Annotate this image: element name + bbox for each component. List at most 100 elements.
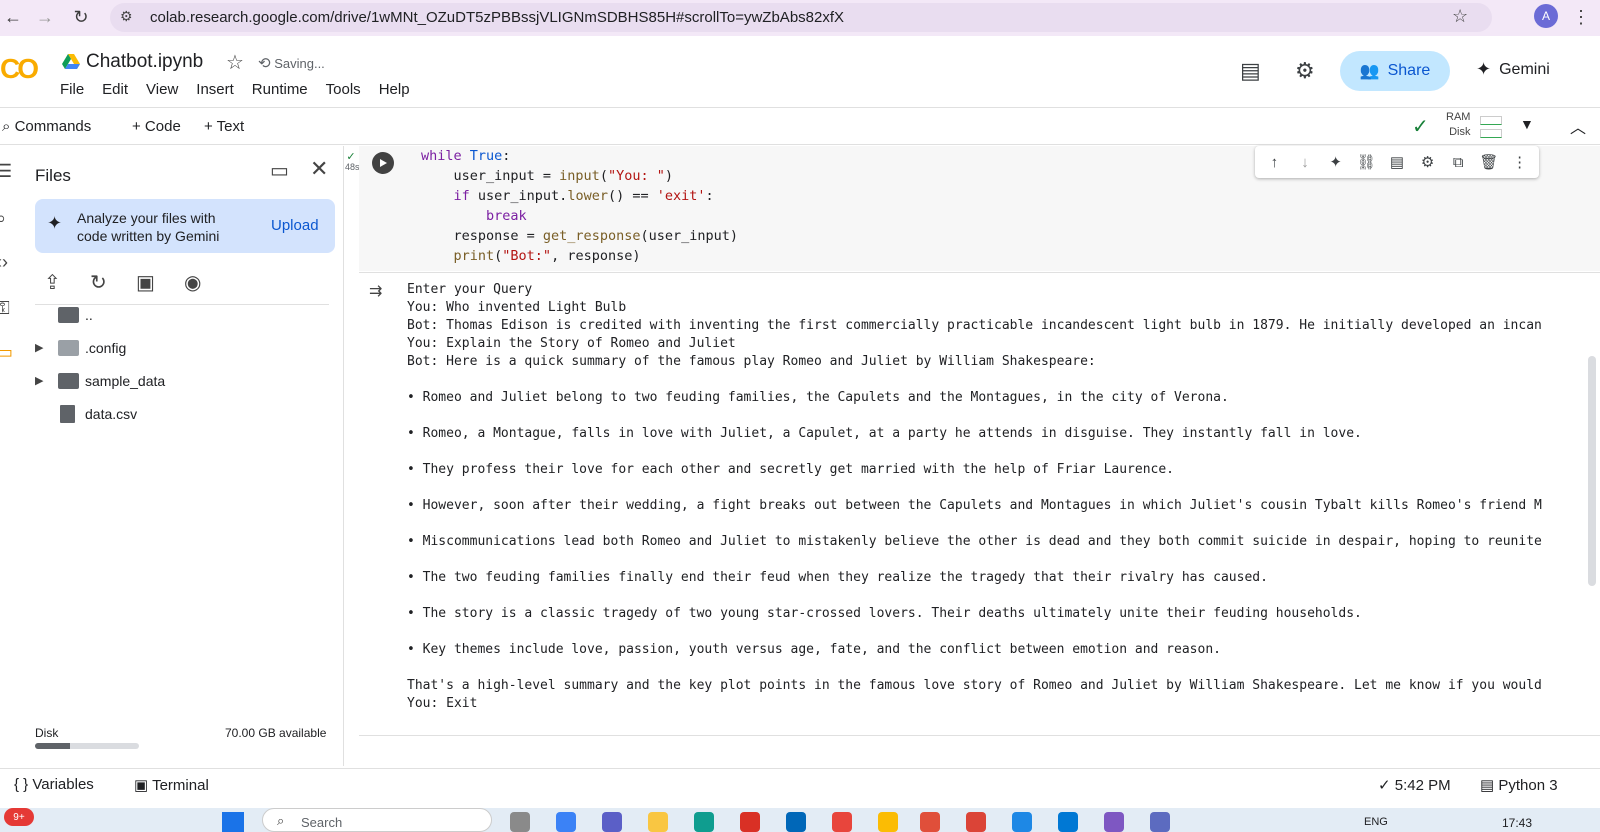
- menu-tools[interactable]: Tools: [326, 81, 361, 98]
- add-text-button[interactable]: + Text: [204, 118, 244, 135]
- menu-runtime[interactable]: Runtime: [252, 81, 308, 98]
- menu-help[interactable]: Help: [379, 81, 410, 98]
- vscode-app-icon[interactable]: [1058, 812, 1078, 832]
- reload-icon[interactable]: ↻: [68, 4, 94, 30]
- address-bar[interactable]: ⚙ colab.research.google.com/drive/1wMNt_…: [110, 3, 1492, 32]
- variables-button[interactable]: { } Variables: [14, 776, 94, 793]
- site-settings-icon[interactable]: ⚙: [120, 8, 133, 25]
- gmail-app-icon[interactable]: [740, 812, 760, 832]
- files-folder-icon[interactable]: ▭: [0, 342, 13, 363]
- app-icon[interactable]: [920, 812, 940, 832]
- vertical-scroll-thumb[interactable]: [1588, 356, 1596, 586]
- taskbar-search-input[interactable]: ⌕ Search: [262, 808, 492, 832]
- store-app-icon[interactable]: [786, 812, 806, 832]
- output-line: • The two feuding families finally end t…: [407, 570, 1268, 585]
- find-icon[interactable]: ⌕: [0, 208, 6, 229]
- edge-browser-icon[interactable]: [694, 812, 714, 832]
- search-placeholder: Search: [301, 815, 343, 830]
- file-explorer-icon[interactable]: [648, 812, 668, 832]
- colab-logo[interactable]: CO: [0, 53, 39, 85]
- star-icon[interactable]: ☆: [226, 50, 244, 75]
- refresh-icon[interactable]: ↻: [90, 270, 107, 295]
- menu-view[interactable]: View: [146, 81, 178, 98]
- back-arrow-icon[interactable]: ←: [0, 4, 26, 30]
- runtime-type[interactable]: ▤ Python 3: [1480, 776, 1558, 794]
- copilot-app-icon[interactable]: [556, 812, 576, 832]
- commands-button[interactable]: ⌕ Commands: [2, 118, 91, 135]
- upload-button[interactable]: Upload: [271, 217, 319, 234]
- secrets-key-icon[interactable]: ⚿: [0, 298, 10, 319]
- folder-icon: [58, 340, 79, 356]
- files-panel: Files ▭ ✕ ✦ Analyze your files with code…: [22, 146, 344, 766]
- vertical-scrollbar[interactable]: [1588, 356, 1596, 731]
- calendar-app-icon[interactable]: [1012, 812, 1032, 832]
- share-button[interactable]: 👥 Share: [1340, 51, 1450, 91]
- server-icon: ▤: [1480, 777, 1495, 794]
- menu-insert[interactable]: Insert: [196, 81, 234, 98]
- chrome-profile-icon[interactable]: [1150, 812, 1170, 832]
- app-icon[interactable]: [878, 812, 898, 832]
- bookmark-star-icon[interactable]: ☆: [1452, 6, 1468, 27]
- code-line: user_input = input("You: "): [421, 168, 674, 184]
- browser-menu-icon[interactable]: ⋮: [1568, 4, 1594, 30]
- notebook-title[interactable]: Chatbot.ipynb: [86, 51, 203, 73]
- code-line: if user_input.lower() == 'exit':: [453, 188, 714, 204]
- settings-gear-icon[interactable]: ⚙: [1295, 58, 1315, 84]
- forward-arrow-icon[interactable]: →: [32, 4, 58, 30]
- chevron-up-icon[interactable]: ︿: [1570, 114, 1586, 138]
- code-snippets-icon[interactable]: ‹›: [0, 252, 8, 273]
- output-line: You: Exit: [407, 696, 478, 711]
- comment-icon[interactable]: ▤: [1386, 153, 1408, 171]
- output-line: • Romeo and Juliet belong to two feuding…: [407, 390, 1229, 405]
- mount-drive-icon[interactable]: ▣: [136, 270, 155, 295]
- tree-item-data-csv[interactable]: data.csv: [22, 403, 322, 427]
- link-icon[interactable]: ⛓: [1355, 153, 1377, 171]
- gemini-card-text: Analyze your files with code written by …: [77, 210, 220, 244]
- connected-check-icon[interactable]: ✓: [1412, 114, 1429, 139]
- menu-edit[interactable]: Edit: [102, 81, 128, 98]
- windows-start-icon[interactable]: [222, 812, 244, 832]
- more-vert-icon[interactable]: ⋮: [1509, 153, 1531, 171]
- teams-app-icon[interactable]: [602, 812, 622, 832]
- tree-item-sample-data[interactable]: ▶ sample_data: [22, 370, 322, 394]
- comments-icon[interactable]: ▤: [1240, 58, 1261, 84]
- google-drive-icon[interactable]: [62, 54, 80, 70]
- mirror-cell-icon[interactable]: ⧉: [1447, 154, 1469, 171]
- add-code-button[interactable]: + Code: [132, 118, 181, 135]
- expand-caret-icon[interactable]: ▶: [35, 374, 43, 387]
- gemini-sparkle-icon[interactable]: ✦: [1325, 153, 1347, 171]
- code-cell[interactable]: while True: user_input = input("You: ") …: [359, 146, 1600, 271]
- tree-item-config[interactable]: ▶ .config: [22, 337, 322, 361]
- chrome-browser-icon[interactable]: [966, 812, 986, 832]
- task-view-icon[interactable]: [510, 812, 530, 832]
- app-icon[interactable]: [832, 812, 852, 832]
- profile-avatar[interactable]: A: [1534, 4, 1558, 28]
- output-actions-icon[interactable]: ⇉: [369, 281, 382, 301]
- expand-caret-icon[interactable]: ▶: [35, 341, 43, 354]
- delete-trash-icon[interactable]: 🗑: [1478, 153, 1500, 171]
- table-of-contents-icon[interactable]: ☰: [0, 161, 12, 182]
- language-indicator[interactable]: ENG: [1364, 816, 1388, 828]
- resource-monitor[interactable]: RAM Disk: [1446, 110, 1470, 140]
- chevron-down-icon[interactable]: ▼: [1520, 116, 1534, 132]
- run-cell-button[interactable]: [372, 152, 394, 174]
- chrome-profile-icon[interactable]: [1104, 812, 1124, 832]
- code-editor[interactable]: while True: user_input = input("You: ") …: [421, 146, 738, 266]
- menu-file[interactable]: File: [60, 81, 84, 98]
- move-up-arrow-icon[interactable]: ↑: [1263, 154, 1285, 171]
- tree-item-parent[interactable]: ..: [22, 304, 322, 328]
- last-saved-status[interactable]: ✓ 5:42 PM: [1378, 776, 1451, 794]
- gemini-button[interactable]: ✦ Gemini: [1476, 59, 1550, 80]
- show-hidden-eye-icon[interactable]: ◉: [184, 270, 201, 295]
- move-down-arrow-icon[interactable]: ↓: [1294, 154, 1316, 171]
- system-clock[interactable]: 17:43: [1502, 816, 1532, 830]
- open-in-tab-icon[interactable]: ▭: [270, 158, 289, 183]
- upload-file-icon[interactable]: ⇪: [44, 270, 61, 295]
- output-blank-line: [407, 551, 1542, 569]
- code-line: break: [486, 208, 527, 224]
- close-icon[interactable]: ✕: [310, 156, 328, 182]
- settings-gear-icon[interactable]: ⚙: [1417, 153, 1439, 171]
- notification-badge[interactable]: 9+: [4, 808, 34, 826]
- terminal-button[interactable]: ▣ Terminal: [134, 776, 209, 794]
- browser-toolbar: ← → ↻ ⚙ colab.research.google.com/drive/…: [0, 0, 1600, 36]
